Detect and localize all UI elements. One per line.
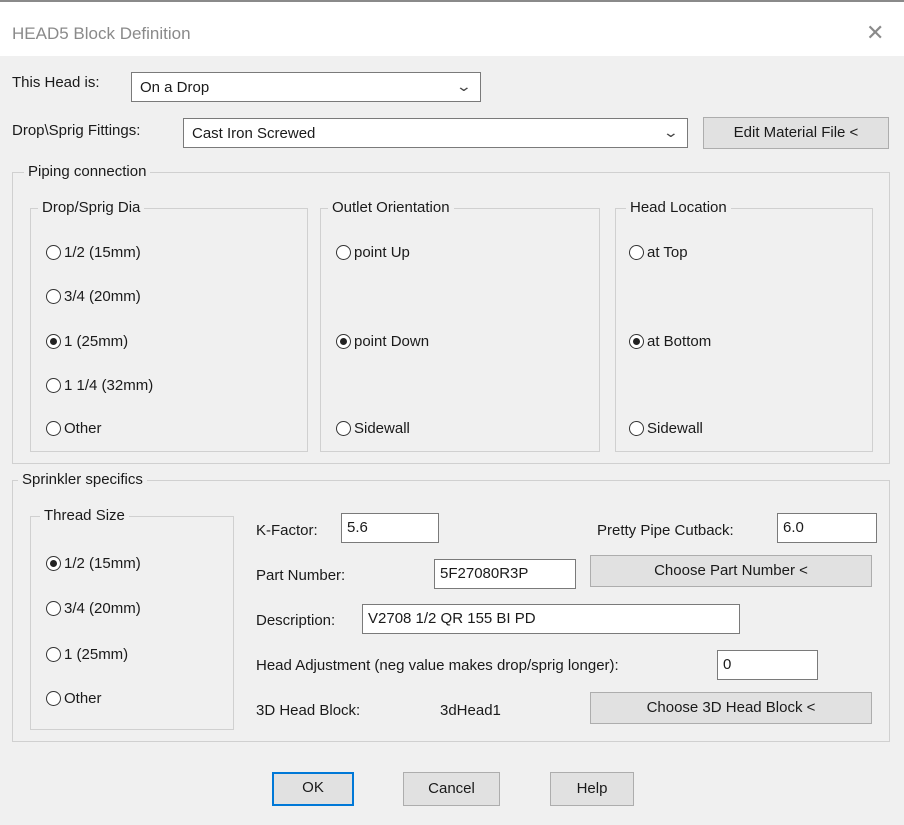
k-factor-label: K-Factor:	[256, 522, 318, 539]
radio-button-icon	[46, 289, 61, 304]
3d-head-block-value: 3dHead1	[440, 702, 501, 719]
choose-3d-head-block-button[interactable]: Choose 3D Head Block <	[590, 692, 872, 724]
drop-sprig-dia-label: Drop/Sprig Dia	[38, 199, 145, 216]
outlet-orientation-radio-label: point Up	[354, 244, 410, 261]
fittings-label: Drop\Sprig Fittings:	[12, 122, 141, 139]
head-location-radio-2[interactable]: at Bottom	[629, 333, 711, 350]
radio-button-icon	[629, 421, 644, 436]
radio-button-icon	[336, 334, 351, 349]
window-title: HEAD5 Block Definition	[12, 24, 191, 43]
radio-button-icon	[629, 334, 644, 349]
ok-button[interactable]: OK	[272, 772, 354, 806]
head-location-radio-label: at Top	[647, 244, 688, 261]
part-number-input[interactable]: 5F27080R3P	[434, 559, 576, 589]
head-location-radio-1[interactable]: at Top	[629, 244, 688, 261]
radio-button-icon	[46, 334, 61, 349]
radio-button-icon	[336, 245, 351, 260]
part-number-label: Part Number:	[256, 567, 346, 584]
help-button[interactable]: Help	[550, 772, 634, 806]
drop-sprig-dia-radio-label: 1 1/4 (32mm)	[64, 377, 154, 394]
head-location-label: Head Location	[626, 199, 731, 216]
thread-size-radio-label: 1/2 (15mm)	[64, 555, 141, 572]
radio-button-icon	[46, 601, 61, 616]
description-label: Description:	[256, 612, 336, 629]
sprinkler-specifics-label: Sprinkler specifics	[18, 471, 147, 488]
head-type-value: On a Drop	[140, 79, 210, 96]
chevron-down-icon: ⌄	[662, 124, 680, 140]
thread-size-label: Thread Size	[40, 507, 129, 524]
outlet-orientation-radio-1[interactable]: point Up	[336, 244, 410, 261]
outlet-orientation-radio-3[interactable]: Sidewall	[336, 420, 410, 437]
drop-sprig-dia-radio-2[interactable]: 3/4 (20mm)	[46, 288, 141, 305]
drop-sprig-dia-radio-label: 1/2 (15mm)	[64, 244, 141, 261]
outlet-orientation-radio-2[interactable]: point Down	[336, 333, 429, 350]
outlet-orientation-radio-label: point Down	[354, 333, 430, 350]
outlet-orientation-radio-label: Sidewall	[354, 420, 410, 437]
3d-head-block-label: 3D Head Block:	[256, 702, 361, 719]
radio-button-icon	[46, 647, 61, 662]
thread-size-radio-1[interactable]: 1/2 (15mm)	[46, 555, 141, 572]
radio-button-icon	[46, 421, 61, 436]
fittings-value: Cast Iron Screwed	[192, 125, 316, 142]
radio-button-icon	[629, 245, 644, 260]
thread-size-radio-label: 3/4 (20mm)	[64, 600, 141, 617]
head-type-label: This Head is:	[12, 74, 100, 91]
drop-sprig-dia-radio-label: 1 (25mm)	[64, 333, 129, 350]
drop-sprig-dia-radio-5[interactable]: Other	[46, 420, 102, 437]
radio-button-icon	[46, 245, 61, 260]
title-bar: HEAD5 Block Definition ✕	[0, 2, 904, 56]
choose-part-number-button[interactable]: Choose Part Number <	[590, 555, 872, 587]
fittings-select[interactable]: Cast Iron Screwed ⌄	[183, 118, 688, 148]
head-location-radio-label: at Bottom	[647, 333, 712, 350]
drop-sprig-dia-radio-label: Other	[64, 420, 102, 437]
chevron-down-icon: ⌄	[455, 78, 473, 94]
thread-size-radio-2[interactable]: 3/4 (20mm)	[46, 600, 141, 617]
dialog-window: HEAD5 Block Definition ✕ This Head is: O…	[0, 0, 904, 825]
radio-button-icon	[46, 691, 61, 706]
head-adjustment-label: Head Adjustment (neg value makes drop/sp…	[256, 657, 619, 674]
description-input[interactable]: V2708 1/2 QR 155 BI PD	[362, 604, 740, 634]
thread-size-radio-3[interactable]: 1 (25mm)	[46, 646, 128, 663]
thread-size-radio-4[interactable]: Other	[46, 690, 102, 707]
close-icon[interactable]: ✕	[866, 20, 884, 46]
drop-sprig-dia-radio-label: 3/4 (20mm)	[64, 288, 141, 305]
pretty-pipe-cutback-label: Pretty Pipe Cutback:	[597, 522, 734, 539]
outlet-orientation-label: Outlet Orientation	[328, 199, 454, 216]
head-location-radio-label: Sidewall	[647, 420, 703, 437]
piping-connection-label: Piping connection	[24, 163, 151, 180]
thread-size-radio-label: 1 (25mm)	[64, 646, 129, 663]
drop-sprig-dia-radio-3[interactable]: 1 (25mm)	[46, 333, 128, 350]
thread-size-radio-label: Other	[64, 690, 102, 707]
pretty-pipe-cutback-input[interactable]: 6.0	[777, 513, 877, 543]
cancel-button[interactable]: Cancel	[403, 772, 500, 806]
edit-material-file-button[interactable]: Edit Material File <	[703, 117, 889, 149]
drop-sprig-dia-radio-4[interactable]: 1 1/4 (32mm)	[46, 377, 153, 394]
head-type-select[interactable]: On a Drop ⌄	[131, 72, 481, 102]
head-adjustment-input[interactable]: 0	[717, 650, 818, 680]
k-factor-input[interactable]: 5.6	[341, 513, 439, 543]
radio-button-icon	[46, 556, 61, 571]
head-location-radio-3[interactable]: Sidewall	[629, 420, 703, 437]
radio-button-icon	[336, 421, 351, 436]
drop-sprig-dia-radio-1[interactable]: 1/2 (15mm)	[46, 244, 141, 261]
radio-button-icon	[46, 378, 61, 393]
